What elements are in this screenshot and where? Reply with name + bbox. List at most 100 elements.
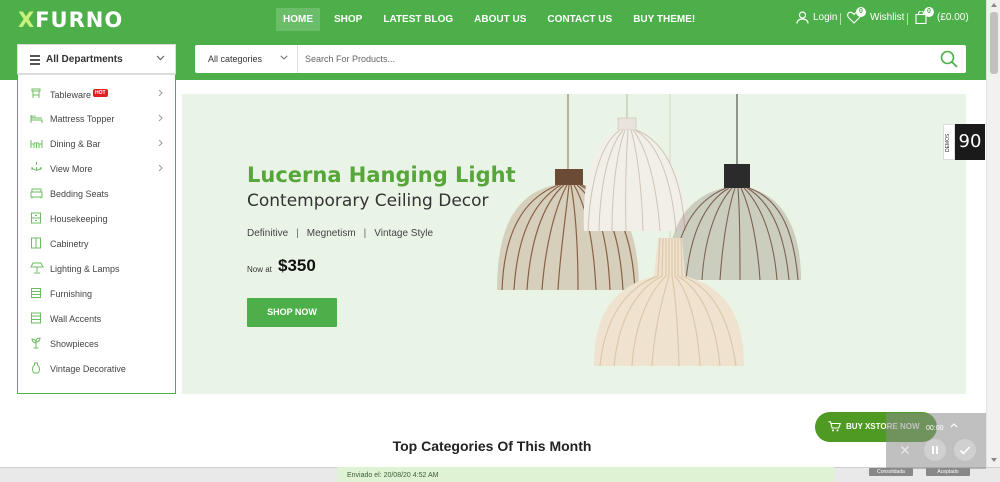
category-select-value: All categories: [208, 54, 263, 64]
scroll-up-arrow-icon[interactable]: [991, 3, 997, 7]
site-logo[interactable]: XFURNO: [18, 8, 123, 32]
menu-item-label: Vintage Decorative: [50, 364, 126, 374]
accepted-button[interactable]: Aceptado: [926, 468, 970, 476]
menu-item-lighting-lamps[interactable]: Lighting & Lamps: [18, 256, 175, 281]
hero-tag: Definitive: [247, 228, 289, 239]
menu-item-housekeeping[interactable]: Housekeeping: [18, 206, 175, 231]
menu-item-vintage-decorative[interactable]: Vintage Decorative: [18, 356, 175, 381]
hero-price-label: Now at: [247, 265, 272, 274]
nav-home[interactable]: HOME: [276, 8, 320, 31]
plant-icon: [31, 337, 41, 349]
hero-subtitle: Contemporary Ceiling Decor: [247, 191, 489, 211]
header-divider: [907, 13, 908, 25]
search-icon: [940, 50, 958, 68]
menu-item-label: Bedding Seats: [50, 189, 109, 199]
all-departments-label: All Departments: [46, 54, 123, 65]
recorder-close-button[interactable]: [894, 439, 916, 461]
search-bar: All categories: [195, 45, 966, 73]
cart-count-badge: 0: [924, 7, 934, 17]
search-input[interactable]: [299, 45, 929, 73]
lamp-icon: [30, 262, 44, 274]
recorder-time: 00:00: [926, 425, 944, 432]
menu-item-bedding-seats[interactable]: Bedding Seats: [18, 181, 175, 206]
menu-item-label: Dining & Bar: [50, 139, 101, 149]
menu-item-label: Showpieces: [50, 339, 99, 349]
menu-item-furnishing[interactable]: Furnishing: [18, 281, 175, 306]
logo-text: FURNO: [35, 8, 124, 32]
departments-menu: Tableware HOT Mattress Topper Dining & Ba…: [17, 74, 176, 394]
menu-item-showpieces[interactable]: Showpieces: [18, 331, 175, 356]
table-icon: [31, 88, 41, 98]
cabinet-icon: [31, 212, 41, 224]
menu-item-dining-bar[interactable]: Dining & Bar: [18, 131, 175, 156]
menu-item-label: Cabinetry: [50, 239, 89, 249]
wishlist-link[interactable]: 0 Wishlist: [847, 7, 905, 24]
shop-now-button[interactable]: SHOP NOW: [247, 298, 337, 327]
bed-icon: [30, 115, 43, 123]
scroll-thumb[interactable]: [990, 12, 998, 74]
login-link[interactable]: Login: [796, 11, 837, 24]
menu-item-label: Tableware HOT: [50, 89, 108, 100]
chevron-right-icon: [158, 139, 163, 147]
dining-table-icon: [30, 140, 43, 148]
recorder-pause-button[interactable]: [924, 439, 946, 461]
close-icon: [901, 446, 909, 454]
logo-x: X: [18, 8, 36, 32]
search-button[interactable]: [940, 50, 958, 73]
scroll-down-arrow-icon[interactable]: [991, 458, 997, 462]
menu-item-tableware[interactable]: Tableware HOT: [18, 81, 175, 106]
page-scrollbar[interactable]: [986, 0, 1000, 470]
menu-item-mattress-topper[interactable]: Mattress Topper: [18, 106, 175, 131]
chandelier-icon: [31, 162, 42, 171]
menu-item-label: Wall Accents: [50, 314, 102, 324]
chevron-right-icon: [158, 114, 163, 122]
nav-contact-us[interactable]: CONTACT US: [540, 8, 619, 31]
header-divider: [840, 13, 841, 25]
hamburger-icon: [30, 55, 40, 67]
hero-price: $350: [278, 256, 316, 275]
hero-title: Lucerna Hanging Light: [247, 163, 516, 187]
chevron-up-icon[interactable]: [950, 423, 958, 428]
drawer-icon: [31, 288, 41, 298]
demos-tab[interactable]: DEMOS: [943, 124, 955, 160]
cart-icon-wrap: 0: [915, 7, 934, 24]
nav-latest-blog[interactable]: LATEST BLOG: [376, 8, 460, 31]
category-select[interactable]: All categories: [195, 45, 298, 73]
demos-label: DEMOS: [945, 133, 951, 152]
cart-total: (£0.00): [937, 12, 969, 23]
hero-tag: Megnetism: [306, 228, 356, 239]
nav-shop[interactable]: SHOP: [327, 8, 369, 31]
menu-item-view-more[interactable]: View More: [18, 156, 175, 181]
pause-icon: [932, 446, 938, 454]
menu-item-cabinetry[interactable]: Cabinetry: [18, 231, 175, 256]
check-icon: [959, 446, 971, 455]
menu-item-label: Furnishing: [50, 289, 93, 299]
chevron-right-icon: [158, 164, 163, 172]
chevron-down-icon: [156, 55, 165, 61]
sent-timestamp: Enviado el: 20/08/20 4:52 AM: [337, 467, 834, 482]
menu-item-label: Lighting & Lamps: [50, 264, 120, 274]
user-icon: [796, 11, 809, 24]
vase-icon: [32, 362, 40, 374]
menu-item-text: Tableware: [50, 90, 92, 100]
consolidated-button[interactable]: Consolidada: [869, 468, 913, 476]
menu-item-wall-accents[interactable]: Wall Accents: [18, 306, 175, 331]
menu-item-label: Mattress Topper: [50, 114, 115, 124]
demos-counter[interactable]: 90: [955, 124, 985, 160]
all-departments-toggle[interactable]: All Departments: [17, 44, 176, 74]
hero-banner: Lucerna Hanging Light Contemporary Ceili…: [182, 94, 966, 394]
cart-link[interactable]: 0 (£0.00): [915, 7, 969, 24]
shelf-icon: [31, 312, 41, 324]
nav-buy-theme[interactable]: BUY THEME!: [626, 8, 702, 31]
cart-icon: [828, 421, 841, 432]
screen-recorder-widget: 00:00: [886, 413, 986, 469]
recorder-confirm-button[interactable]: [954, 439, 976, 461]
nav-about-us[interactable]: ABOUT US: [467, 8, 533, 31]
hero-tags: Definitive | Megnetism | Vintage Style: [247, 228, 434, 239]
sofa-icon: [30, 188, 43, 199]
menu-item-label: Housekeeping: [50, 214, 108, 224]
wishlist-label: Wishlist: [870, 12, 905, 23]
chevron-down-icon: [280, 55, 288, 60]
main-nav: HOME SHOP LATEST BLOG ABOUT US CONTACT U…: [276, 8, 709, 31]
hot-badge: HOT: [93, 89, 108, 97]
